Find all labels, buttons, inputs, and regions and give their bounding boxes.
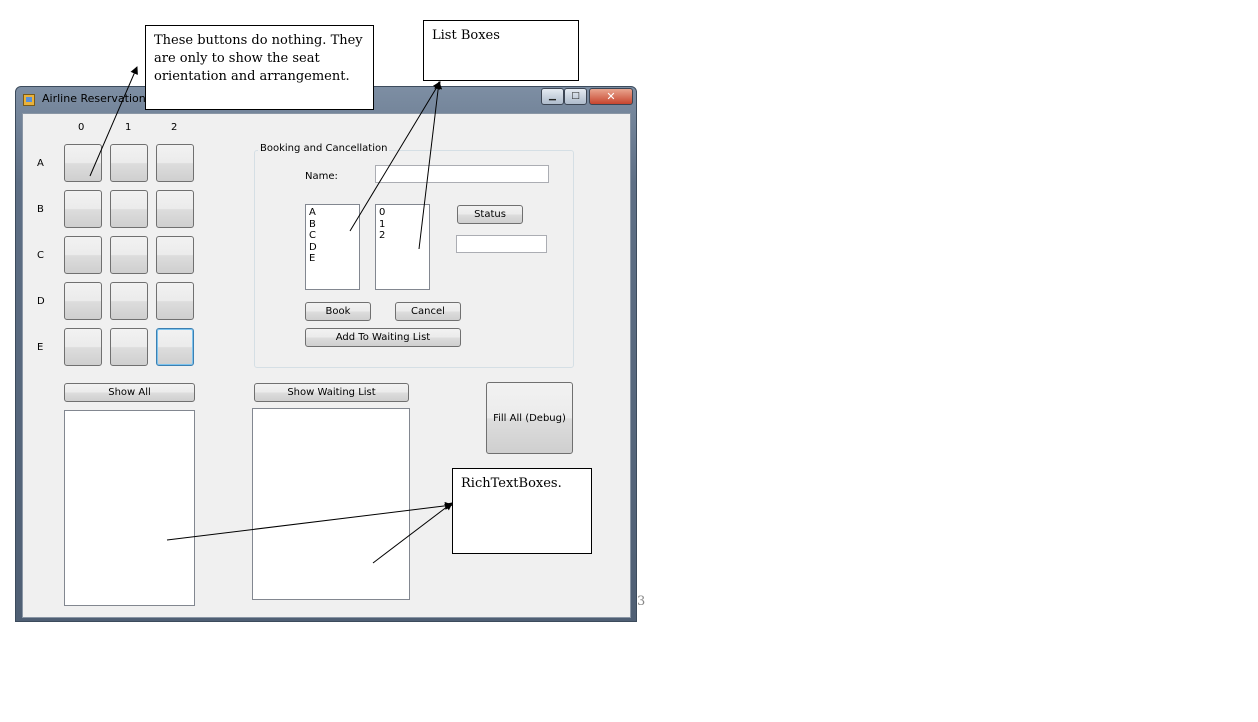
arrow-to-seat-buttons	[89, 66, 138, 177]
arrow-to-column-listbox	[418, 81, 443, 250]
arrow-from-waiting-list-box	[372, 502, 453, 564]
arrow-to-row-listbox	[349, 81, 441, 232]
callout-arrows	[89, 66, 453, 564]
arrow-from-show-all-box	[166, 501, 453, 541]
